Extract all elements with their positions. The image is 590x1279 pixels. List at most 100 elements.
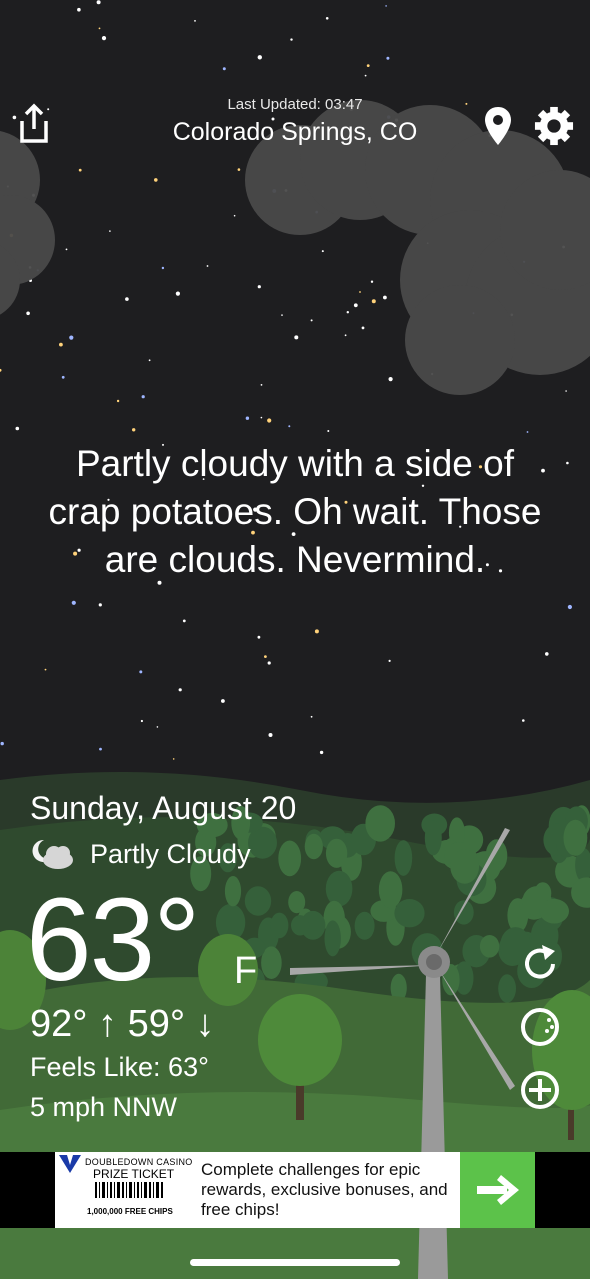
tree [479, 935, 500, 958]
star [139, 670, 143, 674]
star [522, 719, 525, 722]
star [148, 359, 151, 362]
star [314, 629, 319, 634]
star [245, 416, 250, 420]
star [26, 311, 30, 316]
star [386, 56, 390, 60]
tree [539, 898, 569, 924]
star [0, 741, 4, 746]
ad-body-text: Complete challenges for epic rewards, ex… [201, 1160, 448, 1219]
star [359, 291, 361, 293]
star [364, 74, 367, 77]
star [109, 230, 111, 232]
star [319, 750, 324, 755]
star [321, 250, 324, 253]
tree [450, 849, 480, 884]
ad-cta-button[interactable] [460, 1152, 535, 1228]
theme-toggle-icon [521, 1008, 559, 1046]
temperature-unit[interactable]: F [234, 950, 257, 993]
star [310, 319, 313, 322]
star [116, 399, 120, 403]
ad-banner[interactable]: DOUBLEDOWN CASINO PRIZE TICKET 1,000,000… [0, 1152, 590, 1228]
star [140, 719, 143, 723]
star [221, 699, 225, 703]
star [281, 314, 283, 316]
star [172, 758, 175, 760]
doubledown-logo-icon [59, 1155, 81, 1173]
star [371, 299, 376, 304]
condition-row: Partly Cloudy [30, 836, 251, 872]
star [161, 266, 165, 270]
forecast-quip: Partly cloudy with a side of crap potato… [48, 443, 542, 580]
home-indicator[interactable] [190, 1259, 400, 1266]
refresh-icon [525, 945, 555, 979]
star [69, 335, 74, 340]
star [383, 295, 387, 300]
star [310, 715, 313, 718]
star [290, 38, 293, 41]
add-location-button[interactable] [518, 1068, 562, 1112]
star [237, 168, 241, 171]
star [257, 635, 261, 639]
star [545, 652, 549, 656]
star [233, 214, 236, 217]
star [346, 311, 349, 314]
star [366, 64, 370, 67]
tree [324, 920, 341, 957]
ad-ticket-title: PRIZE TICKET [93, 1167, 175, 1181]
weather-background-scene [0, 0, 590, 1279]
star [99, 747, 102, 751]
tree [325, 838, 348, 868]
location-pin-icon [485, 107, 511, 145]
star [101, 36, 107, 41]
star [178, 688, 182, 692]
star [206, 265, 209, 267]
ad-content[interactable]: DOUBLEDOWN CASINO PRIZE TICKET 1,000,000… [55, 1152, 535, 1228]
ad-ticket-image: DOUBLEDOWN CASINO PRIZE TICKET 1,000,000… [55, 1152, 195, 1228]
star [370, 280, 374, 283]
tree [378, 871, 403, 909]
tree [278, 840, 302, 877]
wind-info: 5 mph NNW [30, 1092, 178, 1122]
add-icon [521, 1071, 559, 1109]
condition-label: Partly Cloudy [90, 838, 251, 869]
settings-button[interactable] [534, 106, 574, 146]
star [264, 655, 267, 658]
star [361, 326, 365, 330]
theme-toggle-button[interactable] [518, 1005, 562, 1049]
star [260, 384, 263, 386]
star [565, 390, 567, 392]
tree [354, 911, 375, 940]
star [141, 395, 145, 399]
tree [304, 833, 323, 860]
tree [394, 899, 425, 928]
star [15, 426, 20, 431]
refresh-button[interactable] [518, 942, 562, 986]
star [65, 248, 68, 251]
tree [244, 886, 272, 916]
star [125, 297, 129, 301]
current-date: Sunday, August 20 [30, 790, 297, 826]
star [260, 416, 263, 419]
star [388, 377, 393, 382]
gear-icon [534, 106, 574, 146]
star [96, 0, 101, 5]
star [385, 5, 387, 7]
ad-brand-line: DOUBLEDOWN CASINO [85, 1157, 193, 1167]
location-button[interactable] [478, 106, 518, 146]
tree [270, 912, 289, 939]
star [194, 20, 196, 22]
star [567, 604, 573, 610]
star [175, 291, 180, 296]
tree [498, 974, 516, 1003]
star [268, 733, 273, 737]
tree [394, 840, 413, 876]
star [154, 178, 158, 182]
star [98, 603, 102, 607]
arrow-right-icon [476, 1175, 519, 1205]
star [156, 726, 159, 728]
star [344, 334, 347, 337]
star [77, 7, 81, 12]
star [526, 431, 529, 433]
star [353, 303, 358, 308]
